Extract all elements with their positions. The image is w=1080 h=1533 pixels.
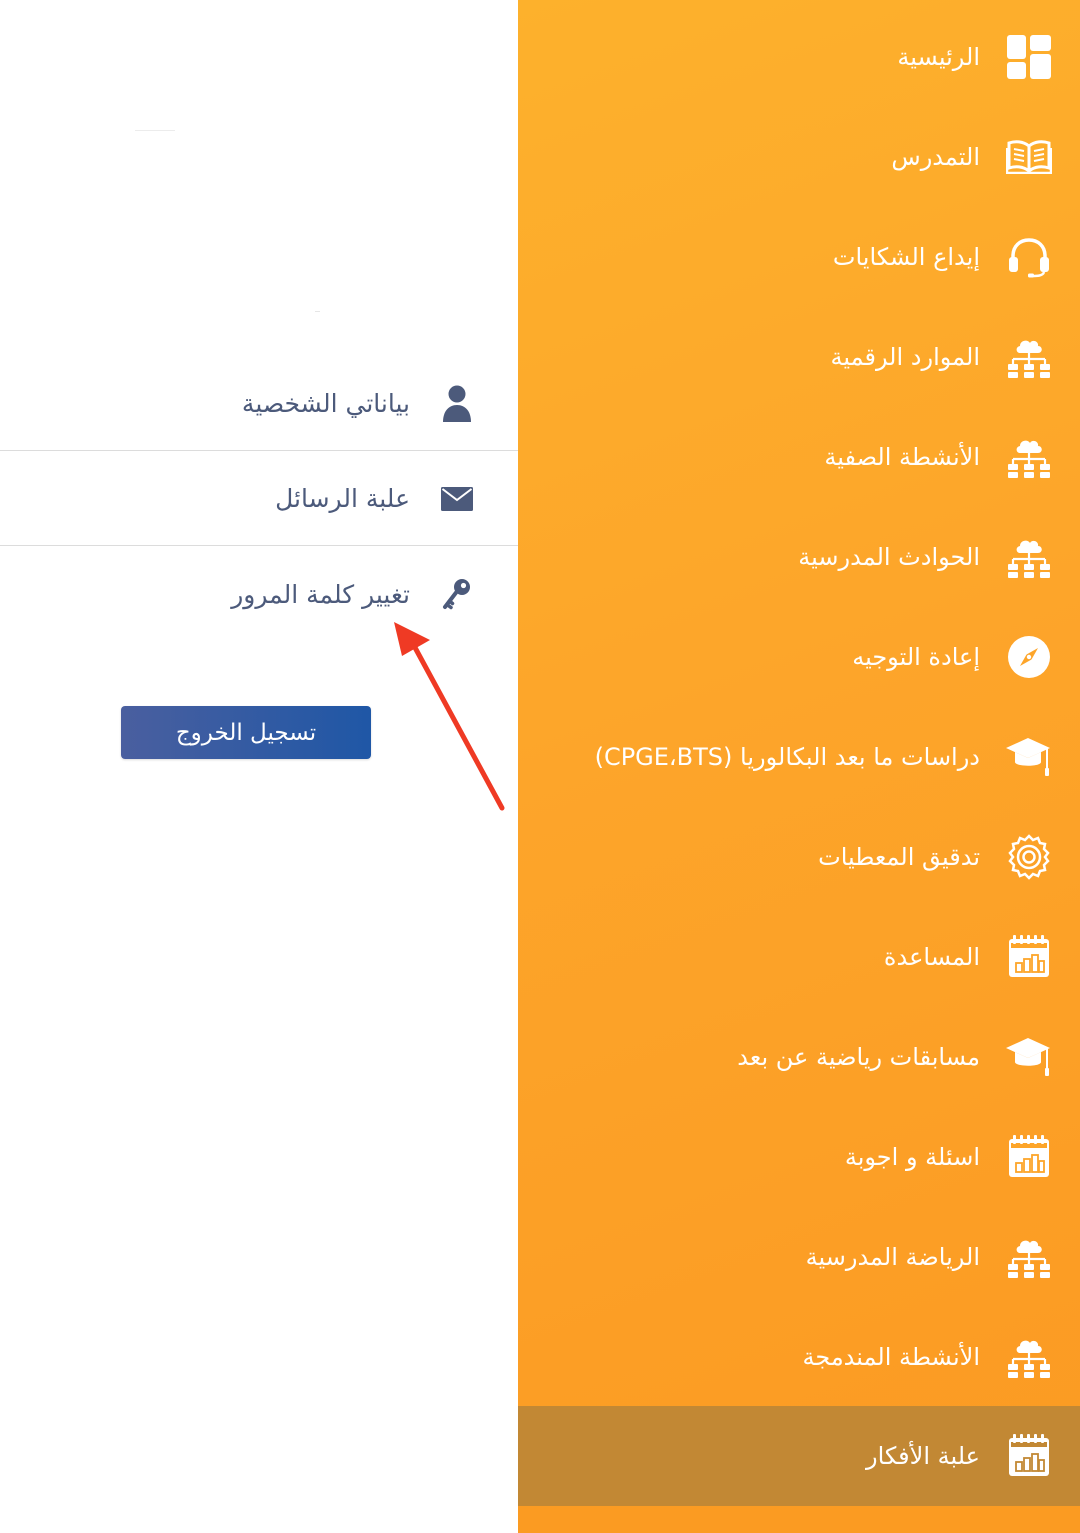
gear-icon [1004,832,1054,882]
annotation-arrow-icon [394,622,505,811]
nav-item-reorientation[interactable]: إعادة التوجيه [518,607,1080,707]
calendar-chart-icon [1004,1431,1054,1481]
navigation-drawer: الرئيسية التمدرس إيداع الشكايات الموارد … [518,0,1080,1533]
nav-item-idea-box[interactable]: علبة الأفكار [518,1406,1080,1506]
calendar-chart-icon [1004,932,1054,982]
nav-item-label: إيداع الشكايات [832,243,980,271]
cloud-network-icon [1004,1232,1054,1282]
nav-item-label: الرئيسية [897,43,980,71]
headset-icon [1004,232,1054,282]
cloud-network-icon [1004,532,1054,582]
dashboard-icon [1004,32,1054,82]
divider [135,130,175,131]
nav-item-label: تدقيق المعطيات [818,843,980,871]
cloud-network-icon [1004,332,1054,382]
envelope-icon [440,479,474,519]
nav-item-schooling[interactable]: التمدرس [518,107,1080,207]
account-item-label: تغيير كلمة المرور [231,579,410,609]
account-item-messages[interactable]: علبة الرسائل [0,452,518,546]
compass-icon [1004,632,1054,682]
nav-item-label: التمدرس [891,143,980,171]
nav-item-label: الرياضة المدرسية [805,1243,980,1271]
book-icon [1004,132,1054,182]
account-panel: بياناتي الشخصية علبة الرسائل تغيير كلمة … [0,0,518,1533]
nav-item-school-incidents[interactable]: الحوادث المدرسية [518,507,1080,607]
account-item-label: علبة الرسائل [275,484,410,513]
drawer-footer [518,1506,1080,1533]
nav-item-complaints[interactable]: إيداع الشكايات [518,207,1080,307]
divider [315,311,320,312]
nav-item-remote-sports-competitions[interactable]: مسابقات رياضية عن بعد [518,1007,1080,1107]
nav-item-label: المساعدة [883,943,980,971]
cloud-network-icon [1004,432,1054,482]
nav-item-school-sports[interactable]: الرياضة المدرسية [518,1207,1080,1307]
nav-item-label: الحوادث المدرسية [798,543,980,571]
nav-item-label: الموارد الرقمية [830,343,980,371]
nav-item-label: الأنشطة الصفية [824,443,980,471]
nav-item-class-activities[interactable]: الأنشطة الصفية [518,407,1080,507]
nav-item-label: دراسات ما بعد البكالوريا (CPGE،BTS) [594,743,980,771]
nav-item-digital-resources[interactable]: الموارد الرقمية [518,307,1080,407]
nav-item-data-audit[interactable]: تدقيق المعطيات [518,807,1080,907]
user-icon [440,384,474,424]
graduation-cap-icon [1004,1032,1054,1082]
cloud-network-icon [1004,1332,1054,1382]
nav-item-faq[interactable]: اسئلة و اجوبة [518,1107,1080,1207]
nav-item-integrated-activities[interactable]: الأنشطة المندمجة [518,1307,1080,1407]
nav-item-label: مسابقات رياضية عن بعد [737,1043,980,1071]
nav-item-post-bac-studies[interactable]: دراسات ما بعد البكالوريا (CPGE،BTS) [518,707,1080,807]
nav-item-label: اسئلة و اجوبة [844,1143,980,1171]
graduation-cap-icon [1004,732,1054,782]
logout-button[interactable]: تسجيل الخروج [121,706,371,759]
nav-item-label: الأنشطة المندمجة [802,1343,980,1371]
nav-item-home[interactable]: الرئيسية [518,7,1080,107]
nav-item-help[interactable]: المساعدة [518,907,1080,1007]
nav-item-label: إعادة التوجيه [852,643,980,671]
nav-item-label: علبة الأفكار [866,1442,980,1470]
account-item-label: بياناتي الشخصية [241,389,410,418]
key-icon [440,574,474,614]
calendar-chart-icon [1004,1132,1054,1182]
account-item-profile[interactable]: بياناتي الشخصية [0,357,518,451]
